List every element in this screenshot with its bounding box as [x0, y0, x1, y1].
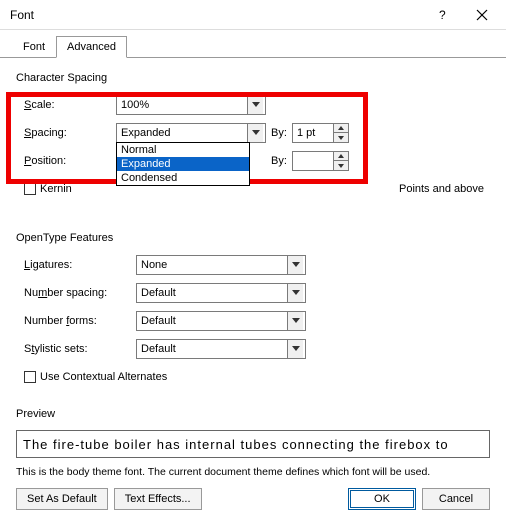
- spacing-option-expanded[interactable]: Expanded: [117, 157, 249, 171]
- kerning-row: Kernin Points and above: [16, 178, 490, 200]
- checkbox-icon: [24, 371, 36, 383]
- tab-strip: Font Advanced: [0, 36, 506, 58]
- ligatures-input[interactable]: [137, 256, 287, 274]
- spacing-label: Spacing:: [16, 127, 116, 139]
- chevron-down-icon[interactable]: [287, 284, 303, 302]
- spin-down-icon[interactable]: [334, 161, 348, 170]
- contextual-alternates-label: Use Contextual Alternates: [40, 371, 167, 383]
- ligatures-combo[interactable]: [136, 255, 306, 275]
- kerning-checkbox[interactable]: Kernin: [24, 183, 72, 195]
- character-spacing-header: Character Spacing: [16, 72, 490, 84]
- set-as-default-button[interactable]: Set As Default: [16, 488, 108, 510]
- cancel-button[interactable]: Cancel: [422, 488, 490, 510]
- chevron-down-icon[interactable]: [287, 312, 303, 330]
- spacing-row: Spacing: By: Normal Expanded Condensed: [16, 122, 490, 144]
- spacing-dropdown-list[interactable]: Normal Expanded Condensed: [116, 142, 250, 186]
- contextual-alternates-checkbox[interactable]: Use Contextual Alternates: [24, 371, 167, 383]
- tab-font[interactable]: Font: [12, 36, 56, 58]
- preview-hint: This is the body theme font. The current…: [16, 466, 490, 478]
- number-spacing-combo[interactable]: [136, 283, 306, 303]
- position-by-input[interactable]: [293, 152, 333, 170]
- help-button[interactable]: ?: [422, 1, 462, 29]
- close-button[interactable]: [462, 1, 502, 29]
- title-bar: Font ?: [0, 0, 506, 30]
- spacing-combo[interactable]: [116, 123, 266, 143]
- stylistic-sets-input[interactable]: [137, 340, 287, 358]
- spacing-by-input[interactable]: [293, 124, 333, 142]
- dialog-footer: Set As Default Text Effects... OK Cancel: [0, 488, 506, 510]
- position-by-spinner[interactable]: [292, 151, 349, 171]
- preview-header: Preview: [16, 408, 490, 420]
- tab-advanced[interactable]: Advanced: [56, 36, 127, 58]
- position-by-label: By:: [266, 155, 292, 167]
- opentype-header: OpenType Features: [16, 232, 490, 244]
- spacing-input[interactable]: [117, 124, 247, 142]
- number-forms-label: Number forms:: [16, 315, 136, 327]
- number-spacing-input[interactable]: [137, 284, 287, 302]
- spacing-option-normal[interactable]: Normal: [117, 143, 249, 157]
- spin-up-icon[interactable]: [334, 152, 348, 161]
- chevron-down-icon[interactable]: [247, 124, 263, 142]
- position-label: Position:: [16, 155, 116, 167]
- number-spacing-label: Number spacing:: [16, 287, 136, 299]
- ok-button[interactable]: OK: [348, 488, 416, 510]
- preview-box: The fire-tube boiler has internal tubes …: [16, 430, 490, 458]
- number-forms-combo[interactable]: [136, 311, 306, 331]
- spacing-by-label: By:: [266, 127, 292, 139]
- text-effects-button[interactable]: Text Effects...: [114, 488, 202, 510]
- scale-label: Scale:: [16, 99, 116, 111]
- stylistic-sets-label: Stylistic sets:: [16, 343, 136, 355]
- checkbox-icon: [24, 183, 36, 195]
- kerning-label: Kernin: [40, 183, 72, 195]
- preview-text: The fire-tube boiler has internal tubes …: [23, 437, 449, 452]
- spacing-by-spinner[interactable]: [292, 123, 349, 143]
- chevron-down-icon[interactable]: [287, 340, 303, 358]
- svg-text:?: ?: [439, 9, 446, 21]
- scale-input[interactable]: [117, 96, 247, 114]
- spin-down-icon[interactable]: [334, 133, 348, 142]
- scale-combo[interactable]: [116, 95, 266, 115]
- chevron-down-icon[interactable]: [287, 256, 303, 274]
- kerning-suffix: Points and above: [399, 183, 484, 195]
- spin-up-icon[interactable]: [334, 124, 348, 133]
- scale-row: Scale:: [16, 94, 490, 116]
- window-title: Font: [10, 8, 422, 22]
- number-forms-input[interactable]: [137, 312, 287, 330]
- spacing-option-condensed[interactable]: Condensed: [117, 171, 249, 185]
- chevron-down-icon[interactable]: [247, 96, 263, 114]
- position-row: Position: By:: [16, 150, 490, 172]
- stylistic-sets-combo[interactable]: [136, 339, 306, 359]
- ligatures-label: Ligatures:: [16, 259, 136, 271]
